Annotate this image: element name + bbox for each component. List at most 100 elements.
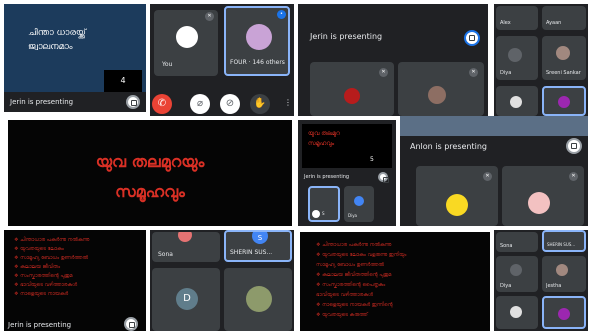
participant-tile[interactable] bbox=[224, 268, 292, 331]
raise-hand-button[interactable]: ✋ bbox=[250, 94, 270, 114]
slide-bullet: ❖ യുവതയുടെ ലോകം bbox=[14, 246, 64, 252]
avatar bbox=[178, 232, 192, 242]
slide-bullet: ❖ കലാലയ ജീവിതം bbox=[14, 264, 61, 270]
participant-tile-5[interactable] bbox=[496, 86, 538, 116]
mic-off-button[interactable]: ⊘ bbox=[220, 94, 240, 114]
avatar bbox=[176, 26, 198, 48]
camera-off-button[interactable]: ⌀ bbox=[190, 94, 210, 114]
fullscreen-icon[interactable] bbox=[126, 95, 140, 109]
participant-name: S bbox=[322, 211, 325, 216]
participant-tile[interactable]: ✕ bbox=[398, 62, 484, 116]
presenting-label: Jerin is presenting bbox=[10, 98, 74, 106]
panel-bullet-slide-left: ❖ ചിന്താധാര പകർന്നു നൽകുന്നു ❖ യുവതയുടെ … bbox=[4, 230, 146, 331]
participant-name: You bbox=[162, 61, 173, 68]
slide-bullet: ❖ സാമൂഹ്യ ബോധം ഉണർത്തൽ bbox=[14, 255, 89, 261]
panel-participants-top: You ✕ FOUR · 146 others • ✆ ⌀ ⊘ ✋ ⋮ bbox=[150, 4, 294, 116]
avatar bbox=[556, 264, 568, 276]
participant-tile-6[interactable] bbox=[542, 86, 586, 116]
avatar: S bbox=[252, 232, 268, 244]
slide-bullet: ❖ ചിന്താധാര പകർന്നു നൽകുന്നു bbox=[316, 242, 392, 248]
slide-bullet: സാമൂഹ്യ ബോധം ഉണർത്തൽ bbox=[316, 262, 384, 268]
avatar bbox=[246, 24, 272, 50]
slide-line1: യുവ തലമുറ bbox=[308, 130, 340, 137]
participant-tile[interactable]: ✕ bbox=[502, 166, 584, 226]
panel-participants-bottom: Sona S SHERIN SUS... D bbox=[150, 230, 294, 331]
slide-bullet: ❖ യുവതയുടെ ലോകം വളരുന്നു ഇനിയും bbox=[316, 252, 407, 258]
participant-tile-sona[interactable]: Sona bbox=[152, 232, 220, 262]
participant-tile[interactable]: S bbox=[308, 186, 340, 222]
slide-text-line1: ചിന്താ ധാരയ്ക്ക് bbox=[28, 28, 86, 38]
mic-off-icon: ✕ bbox=[379, 68, 388, 77]
participant-name: Alex bbox=[500, 20, 511, 26]
fullscreen-icon[interactable] bbox=[124, 317, 138, 331]
slide-bullet-list: ❖ ചിന്താധാര പകർന്നു നൽകുന്നു ❖ യുവതയുടെ … bbox=[316, 240, 484, 320]
panel-bullet-slide-right: ❖ ചിന്താധാര പകർന്നു നൽകുന്നു ❖ യുവതയുടെ … bbox=[300, 232, 490, 331]
presenting-label: Anlon is presenting bbox=[410, 142, 487, 151]
participant-name: Sreeni Sankar bbox=[546, 70, 581, 76]
slide-text-line2: ജ്വാലനമാം bbox=[28, 42, 73, 52]
avatar bbox=[354, 196, 364, 206]
panel-grid-right-top: Alex Ayaan Diya Sreeni Sankar bbox=[494, 4, 588, 116]
panel-grid-right-bottom: Sona SHERIN SUS... Diya Jestha bbox=[494, 230, 588, 331]
avatar bbox=[344, 88, 360, 104]
participant-name: Sona bbox=[500, 243, 513, 249]
participant-tile-5[interactable] bbox=[496, 296, 538, 329]
participant-tile-sherin[interactable]: S SHERIN SUS... bbox=[224, 230, 292, 262]
avatar bbox=[510, 306, 522, 318]
participant-tile-6[interactable] bbox=[542, 296, 586, 329]
avatar bbox=[312, 210, 320, 218]
end-call-button[interactable]: ✆ bbox=[152, 94, 172, 114]
participant-tile-4[interactable]: Sreeni Sankar bbox=[542, 36, 586, 80]
avatar bbox=[428, 86, 446, 104]
participant-tile[interactable]: Diya bbox=[344, 186, 374, 222]
fullscreen-icon[interactable] bbox=[378, 172, 389, 183]
panel-anlon-presenting: Anlon is presenting ✕ ✕ bbox=[400, 116, 588, 226]
participant-tile-1[interactable]: Sona bbox=[496, 232, 538, 252]
mic-on-icon: • bbox=[277, 10, 286, 19]
participant-name: Ayaan bbox=[546, 20, 562, 26]
participant-tile-2[interactable]: SHERIN SUS... bbox=[542, 230, 586, 252]
slide-title-line1: യുവ തലമുറയും bbox=[95, 152, 205, 171]
participant-tile-3[interactable]: Diya bbox=[496, 256, 538, 292]
participant-name: SHERIN SUS... bbox=[230, 249, 273, 256]
participant-tile-2[interactable]: Ayaan bbox=[542, 6, 586, 30]
slide-bullet: ❖ സംസ്കാരത്തിന്റെ പുതുമ bbox=[14, 273, 73, 279]
slide-bullet: ❖ ഭാവിയുടെ വഴിത്താരകൾ bbox=[14, 282, 78, 288]
participant-tile-4[interactable]: Jestha bbox=[542, 256, 586, 292]
slide-page-number: 4 bbox=[104, 70, 142, 92]
slide-bullet: ❖ യുവതയുടെ കരുത്ത് bbox=[316, 312, 368, 318]
avatar bbox=[558, 308, 570, 320]
participant-name: Diya bbox=[500, 70, 512, 76]
participant-tile-1[interactable]: Alex bbox=[496, 6, 538, 30]
participant-tile-d[interactable]: D bbox=[152, 268, 220, 331]
mic-off-icon: ✕ bbox=[205, 12, 214, 21]
fullscreen-icon[interactable] bbox=[566, 138, 582, 154]
slide-bullet-list: ❖ ചിന്താധാര പകർന്നു നൽകുന്നു ❖ യുവതയുടെ … bbox=[14, 236, 140, 299]
avatar bbox=[556, 46, 570, 60]
slide-bullet: ❖ ചിന്താധാര പകർന്നു നൽകുന്നു bbox=[14, 237, 90, 243]
slide-page-number: 5 bbox=[370, 156, 374, 163]
more-options-icon[interactable]: ⋮ bbox=[284, 98, 292, 107]
panel-slide-blue: ചിന്താ ധാരയ്ക്ക് ജ്വാലനമാം 4 Jerin is pr… bbox=[4, 4, 146, 112]
participant-tile-you[interactable]: You ✕ bbox=[154, 10, 218, 76]
slide-title-line2: സമൂഹവും bbox=[115, 182, 185, 201]
presenting-label: Jerin is presenting bbox=[304, 174, 350, 180]
avatar bbox=[508, 48, 522, 62]
avatar bbox=[558, 96, 570, 108]
slide-line2: സമൂഹവും bbox=[308, 140, 335, 147]
participant-tile-four[interactable]: FOUR · 146 others • bbox=[224, 6, 290, 76]
participant-tile[interactable]: ✕ bbox=[416, 166, 498, 226]
participant-name: Diya bbox=[500, 283, 512, 289]
participant-name: FOUR · 146 others bbox=[230, 59, 285, 66]
avatar bbox=[528, 192, 550, 214]
panel-jerin-top: Jerin is presenting ✕ ✕ bbox=[298, 4, 488, 116]
fullscreen-icon[interactable] bbox=[464, 30, 480, 46]
participant-tile[interactable]: ✕ bbox=[310, 62, 394, 116]
avatar bbox=[510, 96, 522, 108]
participant-name: Sona bbox=[158, 251, 173, 258]
presenting-label: Jerin is presenting bbox=[310, 32, 383, 41]
slide-bullet: ❖ കലാലയ ജീവിതത്തിന്റെ പുതുമ bbox=[316, 272, 392, 278]
presenting-label: Jerin is presenting bbox=[8, 321, 72, 329]
participant-tile-3[interactable]: Diya bbox=[496, 36, 538, 80]
participant-name: Jestha bbox=[546, 283, 562, 289]
